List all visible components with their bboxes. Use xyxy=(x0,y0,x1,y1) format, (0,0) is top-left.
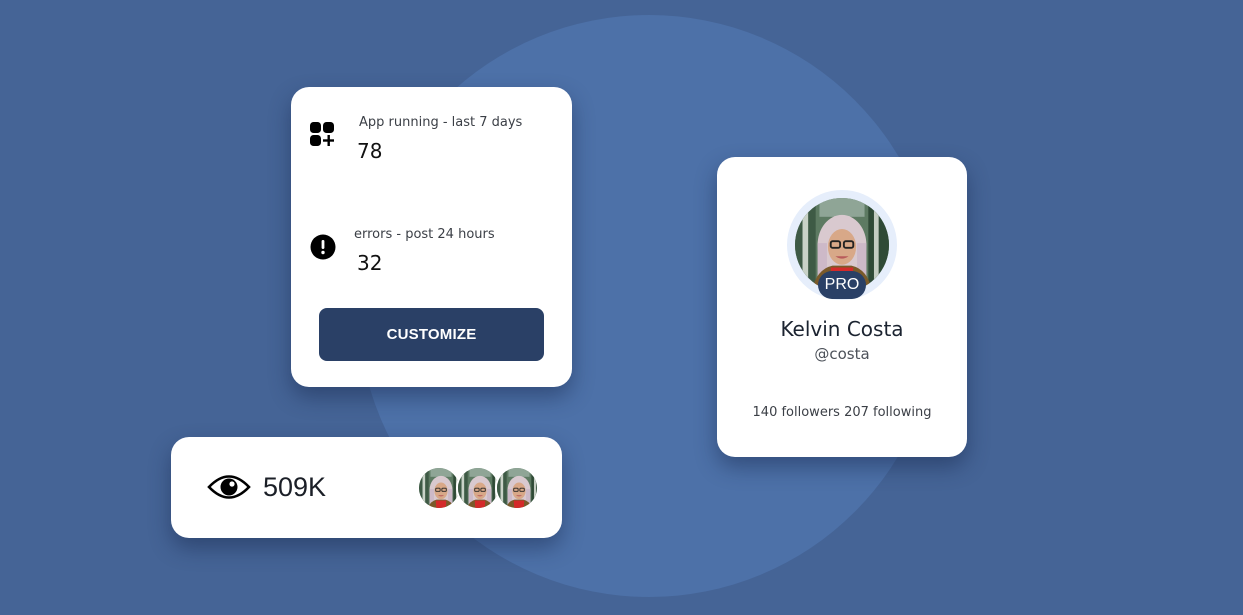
stats-card: App running - last 7 days 78 errors - po… xyxy=(291,87,572,387)
customize-button[interactable]: CUSTOMIZE xyxy=(319,308,544,361)
eye-icon xyxy=(207,472,251,502)
profile-avatar-ring: PRO xyxy=(787,190,897,300)
apps-add-icon xyxy=(309,121,337,149)
profile-follow-counts: 140 followers 207 following xyxy=(752,405,932,420)
stat-app-running: App running - last 7 days 78 xyxy=(309,113,554,173)
avatar[interactable] xyxy=(456,466,500,510)
avatar[interactable] xyxy=(417,466,461,510)
errors-value: 32 xyxy=(357,251,383,275)
app-running-label: App running - last 7 days xyxy=(359,115,523,130)
avatar[interactable] xyxy=(495,466,539,510)
stat-errors: errors - post 24 hours 32 xyxy=(309,225,554,285)
errors-label: errors - post 24 hours xyxy=(354,227,495,242)
pro-badge: PRO xyxy=(818,271,866,299)
profile-handle[interactable]: @costa xyxy=(717,345,967,363)
app-running-value: 78 xyxy=(357,139,383,163)
profile-name: Kelvin Costa xyxy=(780,317,904,341)
views-card: 509K xyxy=(171,437,562,538)
profile-card: PRO Kelvin Costa @costa 140 followers 20… xyxy=(717,157,967,457)
exclamation-circle-icon xyxy=(309,233,337,261)
viewer-avatars xyxy=(417,466,539,510)
stage: App running - last 7 days 78 errors - po… xyxy=(0,0,1243,615)
views-count: 509K xyxy=(263,472,327,502)
